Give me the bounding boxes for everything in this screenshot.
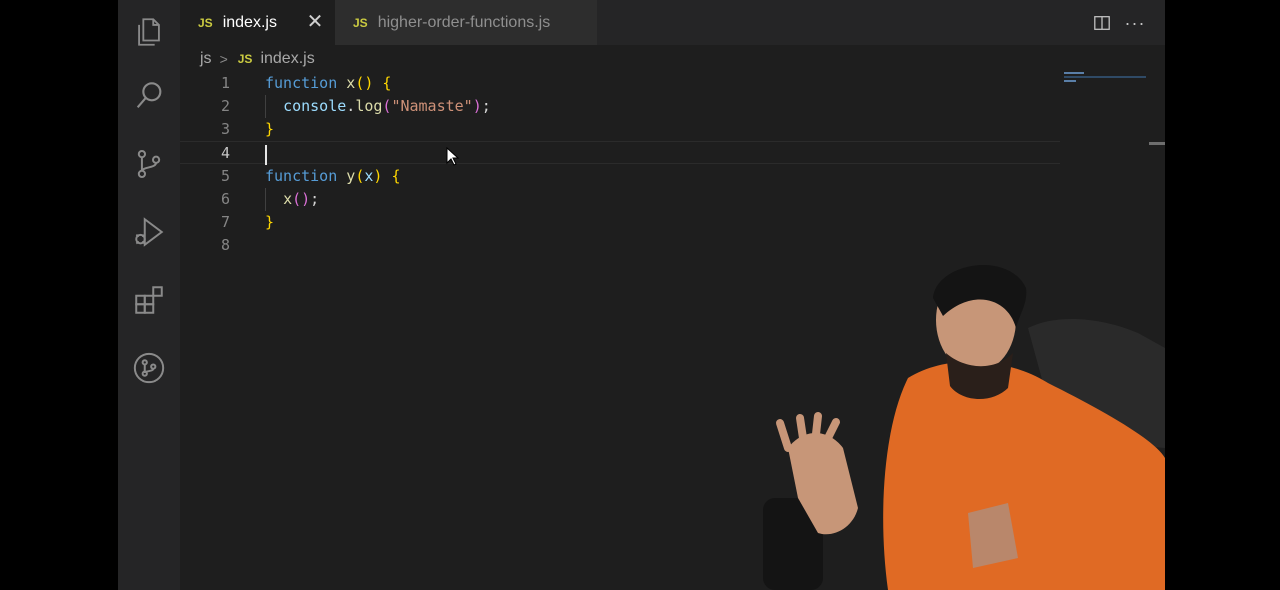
code-text: }: [265, 213, 275, 231]
tab-label: higher-order-functions.js: [377, 13, 551, 31]
git-graph-icon[interactable]: [131, 350, 167, 386]
source-control-icon[interactable]: [131, 146, 167, 182]
code-line: 7 }: [180, 211, 1060, 234]
minimap[interactable]: [1064, 72, 1146, 84]
line-number: 6: [220, 190, 230, 208]
presenter-video-overlay: [763, 264, 1165, 590]
files-icon[interactable]: [131, 14, 167, 50]
vscode-window: JS index.js ✕ JS higher-order-functions.…: [118, 0, 1165, 590]
line-number: 5: [220, 167, 230, 185]
close-icon[interactable]: ✕: [305, 12, 325, 32]
code-text: x();: [283, 190, 320, 208]
line-number: 2: [220, 97, 230, 115]
breadcrumb-folder[interactable]: js: [200, 50, 212, 68]
code-line: 3 }: [180, 118, 1060, 141]
tab-label: index.js: [222, 13, 277, 31]
breadcrumb-file[interactable]: index.js: [260, 50, 314, 68]
extensions-icon[interactable]: [131, 282, 167, 318]
code-line-current: 4: [180, 141, 1060, 164]
line-number: 7: [220, 213, 230, 231]
chevron-right-icon: >: [219, 51, 228, 67]
js-file-icon: JS: [353, 15, 368, 30]
code-line: 5 function y(x) {: [180, 165, 1060, 188]
tab-index-js[interactable]: JS index.js ✕: [180, 0, 335, 45]
code-line: 8: [180, 234, 1060, 257]
split-editor-icon[interactable]: [1091, 12, 1113, 34]
code-text: }: [265, 120, 275, 138]
tab-higher-order-functions-js[interactable]: JS higher-order-functions.js: [335, 0, 597, 45]
breadcrumb: js > JS index.js: [200, 48, 315, 70]
scrollbar-thumb[interactable]: [1149, 142, 1165, 145]
more-actions-icon[interactable]: ···: [1124, 12, 1146, 34]
text-cursor: [265, 145, 267, 165]
code-line: 1 function x() {: [180, 72, 1060, 95]
code-text: console.log("Namaste");: [283, 97, 491, 115]
code-text: function x() {: [265, 74, 392, 92]
run-debug-icon[interactable]: [131, 214, 167, 250]
line-number: 8: [220, 236, 230, 254]
code-line: 2 console.log("Namaste");: [180, 95, 1060, 118]
activity-bar: [118, 0, 180, 590]
line-number: 1: [220, 74, 230, 92]
js-file-icon: JS: [198, 15, 213, 30]
line-number: 3: [220, 120, 230, 138]
js-file-icon: JS: [237, 52, 253, 66]
code-line: 6 x();: [180, 188, 1060, 211]
tab-bar: JS index.js ✕ JS higher-order-functions.…: [180, 0, 1165, 45]
search-icon[interactable]: [131, 78, 167, 114]
line-number: 4: [220, 144, 230, 162]
mouse-pointer-icon: [446, 147, 460, 166]
code-text: function y(x) {: [265, 167, 401, 185]
